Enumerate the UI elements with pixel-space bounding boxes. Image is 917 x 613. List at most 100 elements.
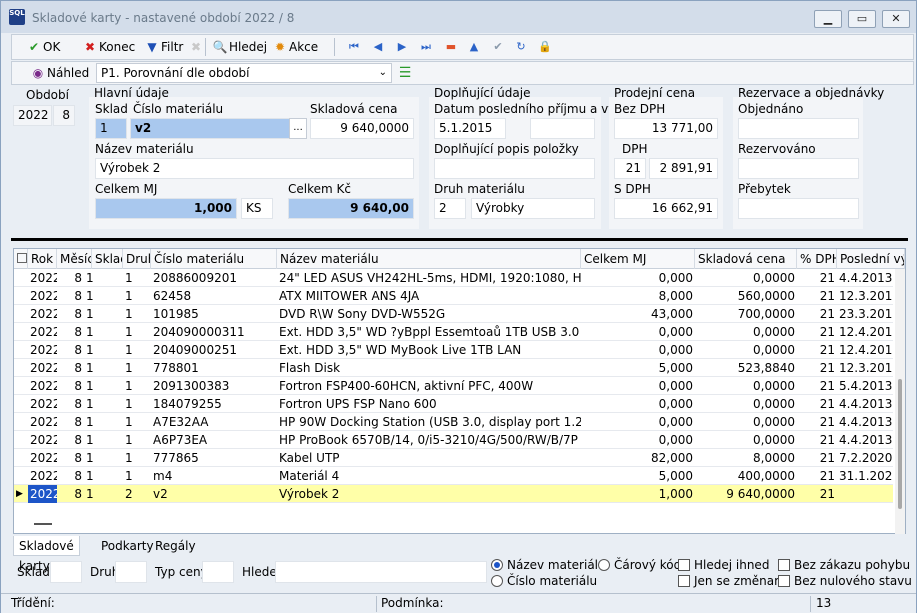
next-record-icon[interactable]: ▶ xyxy=(392,37,412,57)
cell-dph[interactable]: 21 xyxy=(797,485,837,503)
druh-nazev-field[interactable]: Výrobky xyxy=(471,198,595,219)
akce-button[interactable]: ✹ Akce xyxy=(268,36,321,58)
vertical-scrollbar[interactable] xyxy=(895,269,905,534)
cell-cislo[interactable]: 20409000251 xyxy=(151,341,277,359)
scrollbar-thumb[interactable] xyxy=(898,379,902,509)
cell-mesic[interactable]: 8 xyxy=(57,377,84,395)
cell-celkem-mj[interactable]: 0,000 xyxy=(581,323,695,341)
cell-druh[interactable]: 1 xyxy=(123,467,151,485)
cell-mesic[interactable]: 8 xyxy=(57,287,84,305)
radio-nazev-materialu[interactable] xyxy=(491,559,503,571)
table-row[interactable]: 2022 8 1 1 778801 Flash Disk 5,000 523,8840 21 12… xyxy=(14,359,893,377)
cell-celkem-mj[interactable]: 82,000 xyxy=(581,449,695,467)
select-all-checkbox[interactable] xyxy=(14,249,28,269)
cell-dph[interactable]: 21 xyxy=(797,269,837,287)
cell-vydej[interactable]: 7.2.2020 xyxy=(837,449,893,467)
cell-cena[interactable]: 0,0000 xyxy=(695,377,797,395)
cell-cena[interactable]: 8,0000 xyxy=(695,449,797,467)
jednotka-field[interactable]: KS xyxy=(241,198,273,219)
cell-nazev[interactable]: Výrobek 2 xyxy=(277,485,581,503)
cell-druh[interactable]: 1 xyxy=(123,287,151,305)
skladova-cena-field[interactable]: 9 640,0000 xyxy=(310,118,414,139)
cell-sklad[interactable]: 1 xyxy=(84,485,119,503)
table-row[interactable]: ▶ 2022 8 1 2 v2 Výrobek 2 1,000 9 640,0000 21 xyxy=(14,485,893,503)
cell-cena[interactable]: 400,0000 xyxy=(695,467,797,485)
cell-cena[interactable]: 0,0000 xyxy=(695,341,797,359)
cell-dph[interactable]: 21 xyxy=(797,323,837,341)
close-button[interactable]: ✕ xyxy=(882,10,910,28)
sklad-field[interactable]: 1 xyxy=(95,118,127,139)
cell-dph[interactable]: 21 xyxy=(797,359,837,377)
header-cislo-materialu[interactable]: Číslo materiálu xyxy=(151,249,277,269)
cell-rok[interactable]: 2022 xyxy=(28,413,57,431)
cell-rok[interactable]: 2022 xyxy=(28,287,57,305)
cell-mesic[interactable]: 8 xyxy=(57,431,84,449)
cell-dph[interactable]: 21 xyxy=(797,305,837,323)
cell-rok[interactable]: 2022 xyxy=(28,341,57,359)
table-row[interactable]: 2022 8 1 1 20409000251 Ext. HDD 3,5" WD MyBoo… xyxy=(14,341,893,359)
splitter[interactable] xyxy=(11,238,908,241)
cell-dph[interactable]: 21 xyxy=(797,377,837,395)
cell-mesic[interactable]: 8 xyxy=(57,395,84,413)
edit-record-icon[interactable]: ▲ xyxy=(464,37,484,57)
cell-cislo[interactable]: m4 xyxy=(151,467,277,485)
cell-rok[interactable]: 2022 xyxy=(28,377,57,395)
table-row[interactable]: 2022 8 1 1 62458 ATX MIITOWER ANS 4JA 8,000 560… xyxy=(14,287,893,305)
cell-sklad[interactable]: 1 xyxy=(84,269,119,287)
cell-celkem-mj[interactable]: 0,000 xyxy=(581,431,695,449)
cell-cena[interactable]: 0,0000 xyxy=(695,395,797,413)
cell-nazev[interactable]: Kabel UTP xyxy=(277,449,581,467)
radio-carovy-kod[interactable] xyxy=(598,559,610,571)
cell-celkem-mj[interactable]: 5,000 xyxy=(581,467,695,485)
cell-mesic[interactable]: 8 xyxy=(57,269,84,287)
cislo-materialu-field[interactable]: v2 xyxy=(130,118,290,139)
header-posledni-vydej[interactable]: Poslední výdej xyxy=(837,249,905,269)
cell-nazev[interactable]: Fortron UPS FSP Nano 600 xyxy=(277,395,581,413)
cell-rok[interactable]: 2022 xyxy=(28,395,57,413)
prev-record-icon[interactable]: ◀ xyxy=(368,37,388,57)
cell-mesic[interactable]: 8 xyxy=(57,485,84,503)
s-dph-field[interactable]: 16 662,91 xyxy=(614,198,718,219)
cell-nazev[interactable]: Flash Disk xyxy=(277,359,581,377)
cell-cislo[interactable]: 20886009201 xyxy=(151,269,277,287)
cell-vydej[interactable]: 5.4.2013 xyxy=(837,377,893,395)
cell-sklad[interactable]: 1 xyxy=(84,359,119,377)
cell-druh[interactable]: 1 xyxy=(123,359,151,377)
header-mesic[interactable]: Měsíc xyxy=(57,249,92,269)
cell-celkem-mj[interactable]: 0,000 xyxy=(581,269,695,287)
tab-skladove-karty[interactable]: Skladové karty xyxy=(13,536,80,573)
cell-sklad[interactable]: 1 xyxy=(84,449,119,467)
cell-cislo[interactable]: 204090000311 xyxy=(151,323,277,341)
table-row[interactable]: 2022 8 1 1 A6P73EA HP ProBook 6570B/14, 0/i5-… xyxy=(14,431,893,449)
cell-cena[interactable]: 0,0000 xyxy=(695,269,797,287)
table-row[interactable]: 2022 8 1 1 777865 Kabel UTP 82,000 8,0000 21 7.2.… xyxy=(14,449,893,467)
cell-cislo[interactable]: v2 xyxy=(151,485,277,503)
filter-druh-field[interactable] xyxy=(115,561,147,583)
post-record-icon[interactable]: ✔ xyxy=(488,37,508,57)
cell-druh[interactable]: 1 xyxy=(123,377,151,395)
cell-vydej[interactable]: 12.4.2013 xyxy=(837,341,893,359)
celkem-kc-field[interactable]: 9 640,00 xyxy=(288,198,414,219)
cell-cislo[interactable]: 62458 xyxy=(151,287,277,305)
cell-nazev[interactable]: 24" LED ASUS VH242HL-5ms, HDMI, 1920:108… xyxy=(277,269,581,287)
cell-celkem-mj[interactable]: 0,000 xyxy=(581,395,695,413)
header-skladova-cena[interactable]: Skladová cena xyxy=(695,249,797,269)
nazev-materialu-field[interactable]: Výrobek 2 xyxy=(95,158,414,179)
table-row[interactable]: 2022 8 1 1 A7E32AA HP 90W Docking Station (US… xyxy=(14,413,893,431)
cell-rok[interactable]: 2022 xyxy=(28,449,57,467)
cell-druh[interactable]: 1 xyxy=(123,323,151,341)
cell-dph[interactable]: 21 xyxy=(797,467,837,485)
datum-vydeje-field[interactable] xyxy=(530,118,595,139)
check-jen-se-zmenami[interactable] xyxy=(678,575,690,587)
cell-celkem-mj[interactable]: 0,000 xyxy=(581,341,695,359)
rezervovano-field[interactable] xyxy=(738,158,859,179)
cell-celkem-mj[interactable]: 43,000 xyxy=(581,305,695,323)
cell-nazev[interactable]: ATX MIITOWER ANS 4JA xyxy=(277,287,581,305)
cell-mesic[interactable]: 8 xyxy=(57,323,84,341)
cell-dph[interactable]: 21 xyxy=(797,413,837,431)
cell-vydej[interactable]: 12.3.2019 xyxy=(837,287,893,305)
list-icon[interactable]: ☰ xyxy=(396,64,414,82)
cell-vydej[interactable]: 12.4.2013 xyxy=(837,323,893,341)
horizontal-scroll-thumb[interactable] xyxy=(34,523,52,525)
cell-sklad[interactable]: 1 xyxy=(84,341,119,359)
